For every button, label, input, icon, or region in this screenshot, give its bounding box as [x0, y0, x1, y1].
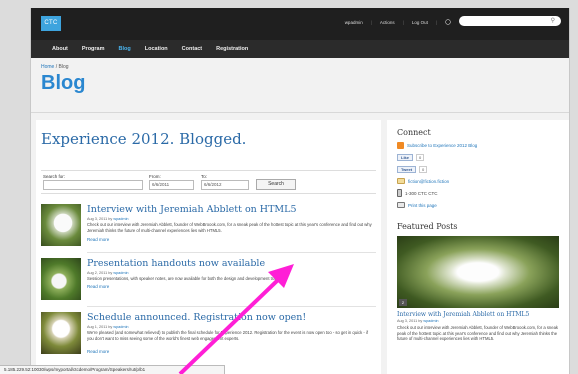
- help-icon[interactable]: [445, 18, 451, 26]
- subscribe-link[interactable]: Subscribe to Experience 2012 Blog: [407, 143, 477, 148]
- read-more-link[interactable]: Read more: [87, 284, 109, 289]
- nav-program[interactable]: Program: [75, 40, 112, 58]
- site-logo[interactable]: CTC: [41, 16, 61, 31]
- breadcrumb: Home / Blog: [31, 58, 569, 70]
- post-item: Presentation handouts now available Aug …: [41, 258, 376, 310]
- search-button[interactable]: Search: [256, 179, 296, 190]
- post-title[interactable]: Presentation handouts now available: [87, 258, 265, 269]
- email-icon: [397, 178, 405, 184]
- post-meta: Aug 1, 2011 by wpadmin: [87, 325, 129, 329]
- post-meta: Aug 2, 2011 by wpadmin: [87, 271, 129, 275]
- post-author[interactable]: wpadmin: [113, 271, 128, 275]
- main-nav: About Program Blog Location Contact Regi…: [31, 40, 569, 58]
- featured-badge: 2: [399, 299, 407, 306]
- browser-page: CTC wpadmin | Actions | Log Out | ⚲ Abou…: [30, 8, 570, 374]
- connect-heading: Connect: [397, 128, 431, 137]
- email-link[interactable]: fiction@fiction.fiction: [408, 179, 449, 184]
- search-field[interactable]: [43, 180, 143, 190]
- blog-heading: Experience 2012. Blogged.: [41, 130, 247, 148]
- user-link[interactable]: wpadmin: [345, 20, 363, 25]
- rss-icon: [397, 142, 404, 149]
- to-label: To:: [201, 174, 208, 179]
- post-excerpt: We're pleased (and somewhat relieved) to…: [87, 330, 368, 341]
- actions-link[interactable]: Actions: [380, 20, 395, 25]
- featured-title[interactable]: Interview with Jeremiah Abblett on HTML5: [397, 311, 561, 318]
- separator: |: [370, 19, 372, 25]
- print-row[interactable]: Print this page: [397, 202, 561, 208]
- post-author[interactable]: wpadmin: [113, 217, 128, 221]
- read-more-link[interactable]: Read more: [87, 349, 109, 354]
- post-divider: [87, 252, 376, 253]
- featured-image[interactable]: 2: [397, 236, 559, 308]
- nav-location[interactable]: Location: [138, 40, 175, 58]
- from-label: From:: [149, 174, 161, 179]
- email-row[interactable]: fiction@fiction.fiction: [397, 178, 561, 184]
- post-title[interactable]: Interview with Jeremiah Abblett on HTML5: [87, 204, 297, 215]
- nav-blog[interactable]: Blog: [112, 40, 138, 58]
- breadcrumb-current: Blog: [58, 64, 69, 70]
- post-thumbnail[interactable]: [41, 312, 81, 354]
- logout-link[interactable]: Log Out: [412, 20, 428, 25]
- tweet-count: 0: [419, 166, 428, 173]
- nav-registration[interactable]: Registration: [209, 40, 255, 58]
- read-more-link[interactable]: Read more: [87, 237, 109, 242]
- from-date-input[interactable]: 6/6/2011: [149, 180, 194, 190]
- separator: |: [435, 19, 437, 25]
- printer-icon: [397, 202, 405, 208]
- post-meta: Aug 3, 2011 by wpadmin: [87, 217, 129, 221]
- page-title: Blog: [41, 72, 86, 94]
- search-icon[interactable]: ⚲: [551, 17, 555, 24]
- post-excerpt: Check out our interview with Jeremiah Ab…: [87, 222, 372, 233]
- post-item: Interview with Jeremiah Abblett on HTML5…: [41, 204, 376, 256]
- subscribe-row[interactable]: Subscribe to Experience 2012 Blog: [397, 142, 561, 149]
- phone-row: 1-300 CTC CTC: [397, 189, 561, 197]
- separator: |: [402, 19, 404, 25]
- sidebar: Connect Subscribe to Experience 2012 Blo…: [387, 120, 569, 374]
- post-divider: [87, 306, 376, 307]
- post-author[interactable]: wpadmin: [113, 325, 128, 329]
- like-button[interactable]: Like: [397, 154, 414, 161]
- featured-excerpt: Check out our interview with Jeremiah Ab…: [397, 325, 558, 341]
- top-search-input[interactable]: [459, 16, 561, 26]
- search-label: Search for:: [43, 174, 66, 179]
- featured-heading: Featured Posts: [397, 222, 458, 231]
- blog-content: Experience 2012. Blogged. Search for: Fr…: [36, 120, 381, 374]
- nav-contact[interactable]: Contact: [175, 40, 209, 58]
- featured-meta: Aug 3, 2011 by wpadmin: [397, 319, 439, 323]
- to-date-input[interactable]: 6/6/2012: [201, 180, 249, 190]
- breadcrumb-home[interactable]: Home: [41, 64, 54, 70]
- nav-about[interactable]: About: [45, 40, 75, 58]
- print-link[interactable]: Print this page: [408, 203, 437, 208]
- post-thumbnail[interactable]: [41, 258, 81, 300]
- like-row: Like 0: [397, 154, 561, 161]
- tweet-row: Tweet 0: [397, 166, 561, 173]
- post-thumbnail[interactable]: [41, 204, 81, 246]
- phone-icon: [397, 189, 402, 197]
- post-item: Schedule announced. Registration now ope…: [41, 312, 376, 364]
- post-title[interactable]: Schedule announced. Registration now ope…: [87, 312, 306, 323]
- like-count: 0: [416, 154, 425, 161]
- blog-search-form: Search for: From: 6/6/2011 To: 6/6/2012 …: [41, 170, 376, 194]
- user-links: wpadmin | Actions | Log Out |: [345, 18, 451, 26]
- post-excerpt: Session presentations, with speaker note…: [87, 276, 283, 281]
- featured-author[interactable]: wpadmin: [423, 319, 438, 323]
- top-bar: CTC wpadmin | Actions | Log Out | ⚲: [31, 8, 569, 40]
- divider: [31, 112, 569, 113]
- phone-number: 1-300 CTC CTC: [405, 190, 438, 196]
- status-bar-url: 5.185.229.52:10030/wps/myportal/ctcdemo/…: [0, 365, 225, 374]
- tweet-button[interactable]: Tweet: [397, 166, 417, 173]
